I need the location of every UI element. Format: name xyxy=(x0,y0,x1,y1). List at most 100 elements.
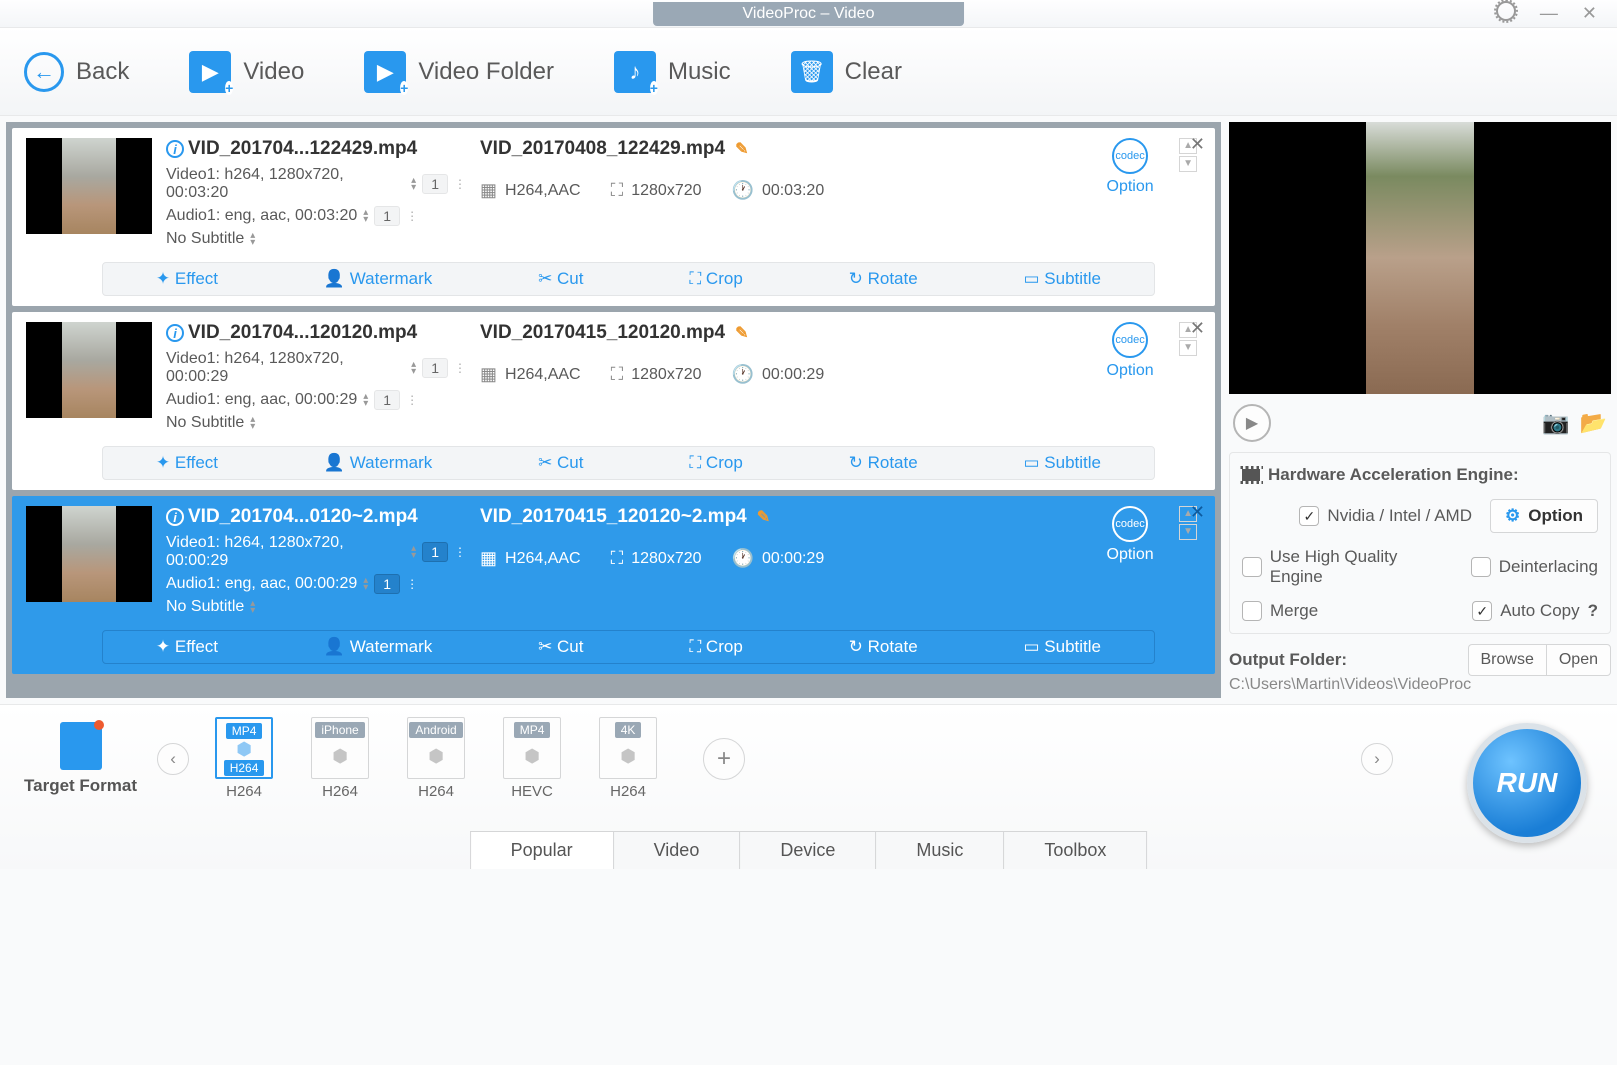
move-down-button[interactable]: ▼ xyxy=(1179,156,1197,172)
watermark-button[interactable]: 👤 Watermark xyxy=(324,269,432,289)
resolution-info: ⛶1280x720 xyxy=(611,548,702,569)
effect-button[interactable]: ✦ Effect xyxy=(156,637,218,657)
add-music-button[interactable]: ♪+Music xyxy=(614,51,731,93)
format-tab[interactable]: Video xyxy=(613,831,740,869)
hq-checkbox[interactable]: Use High Quality Engine xyxy=(1242,547,1453,587)
subtitle-button[interactable]: ▭ Subtitle xyxy=(1024,269,1102,289)
document-icon xyxy=(60,722,102,770)
open-button[interactable]: Open xyxy=(1546,644,1611,676)
format-next-button[interactable]: › xyxy=(1361,743,1393,775)
format-tab[interactable]: Device xyxy=(739,831,875,869)
crop-button[interactable]: ⛶ Crop xyxy=(689,269,742,289)
hw-option-button[interactable]: ⚙Option xyxy=(1490,499,1598,533)
format-option[interactable]: MP4 ⬢ H264 H264 xyxy=(209,717,279,800)
format-tab[interactable]: Music xyxy=(875,831,1003,869)
watermark-button[interactable]: 👤 Watermark xyxy=(324,453,432,473)
crop-button[interactable]: ⛶ Crop xyxy=(689,637,742,657)
move-down-button[interactable]: ▼ xyxy=(1179,340,1197,356)
rename-icon[interactable]: ✎ xyxy=(757,507,770,527)
duration-info: 🕐00:00:29 xyxy=(732,548,825,569)
codec-info: ▦H264,AAC xyxy=(480,364,581,385)
subtitle-info: No Subtitle▴▾ xyxy=(166,598,466,616)
video-preview xyxy=(1229,122,1611,394)
add-folder-button[interactable]: ▶+Video Folder xyxy=(364,51,554,93)
subtitle-info: No Subtitle▴▾ xyxy=(166,230,466,248)
output-file-name: VID_20170415_120120.mp4✎ xyxy=(480,322,1081,344)
format-tab[interactable]: Toolbox xyxy=(1003,831,1147,869)
video-card[interactable]: ✕ iVID_201704...0120~2.mp4 Video1: h264,… xyxy=(12,496,1215,674)
open-folder-icon[interactable]: 📂 xyxy=(1580,410,1607,436)
video-stream-info: Video1: h264, 1280x720, 00:03:20▴▾1⋮ xyxy=(166,166,466,202)
effect-button[interactable]: ✦ Effect xyxy=(156,453,218,473)
video-card[interactable]: ✕ iVID_201704...122429.mp4 Video1: h264,… xyxy=(12,128,1215,306)
format-option[interactable]: iPhone ⬢ H264 xyxy=(305,717,375,800)
cut-button[interactable]: ✂ Cut xyxy=(538,269,583,289)
file-name: iVID_201704...122429.mp4 xyxy=(166,138,466,160)
format-option[interactable]: 4K ⬢ H264 xyxy=(593,717,663,800)
play-button[interactable]: ▶ xyxy=(1233,404,1271,442)
file-name: iVID_201704...0120~2.mp4 xyxy=(166,506,466,528)
codec-option-button[interactable]: codecOption xyxy=(1095,322,1165,380)
audio-stream-info: Audio1: eng, aac, 00:00:29▴▾1⋮ xyxy=(166,574,466,594)
video-stream-info: Video1: h264, 1280x720, 00:00:29▴▾1⋮ xyxy=(166,534,466,570)
rename-icon[interactable]: ✎ xyxy=(735,323,748,343)
video-list: ✕ iVID_201704...122429.mp4 Video1: h264,… xyxy=(6,122,1221,698)
subtitle-button[interactable]: ▭ Subtitle xyxy=(1024,453,1102,473)
video-thumbnail xyxy=(26,506,152,602)
codec-option-button[interactable]: codecOption xyxy=(1095,138,1165,196)
remove-video-button[interactable]: ✕ xyxy=(1190,502,1205,523)
run-button[interactable]: RUN xyxy=(1467,723,1587,843)
format-option[interactable]: Android ⬢ H264 xyxy=(401,717,471,800)
file-name: iVID_201704...120120.mp4 xyxy=(166,322,466,344)
remove-video-button[interactable]: ✕ xyxy=(1190,134,1205,155)
back-button[interactable]: ←Back xyxy=(24,52,129,92)
autocopy-checkbox[interactable]: ✓Auto Copy ? xyxy=(1472,601,1598,621)
output-path: C:\Users\Martin\Videos\VideoProc xyxy=(1229,676,1611,694)
add-video-button[interactable]: ▶+Video xyxy=(189,51,304,93)
output-folder-label: Output Folder: xyxy=(1229,650,1347,670)
cut-button[interactable]: ✂ Cut xyxy=(538,453,583,473)
close-button[interactable]: ✕ xyxy=(1582,3,1597,24)
merge-checkbox[interactable]: Merge xyxy=(1242,601,1318,621)
rotate-button[interactable]: ↻ Rotate xyxy=(849,453,918,473)
move-down-button[interactable]: ▼ xyxy=(1179,524,1197,540)
minimize-button[interactable]: — xyxy=(1540,3,1558,24)
duration-info: 🕐00:00:29 xyxy=(732,364,825,385)
audio-stream-info: Audio1: eng, aac, 00:00:29▴▾1⋮ xyxy=(166,390,466,410)
video-stream-info: Video1: h264, 1280x720, 00:00:29▴▾1⋮ xyxy=(166,350,466,386)
snapshot-icon[interactable]: 📷 xyxy=(1542,410,1569,436)
deinterlace-checkbox[interactable]: Deinterlacing xyxy=(1471,557,1598,577)
subtitle-button[interactable]: ▭ Subtitle xyxy=(1024,637,1102,657)
browse-button[interactable]: Browse xyxy=(1468,644,1546,676)
codec-option-button[interactable]: codecOption xyxy=(1095,506,1165,564)
chip-icon xyxy=(1242,469,1260,481)
resolution-info: ⛶1280x720 xyxy=(611,180,702,201)
watermark-button[interactable]: 👤 Watermark xyxy=(324,637,432,657)
codec-info: ▦H264,AAC xyxy=(480,180,581,201)
subtitle-info: No Subtitle▴▾ xyxy=(166,414,466,432)
format-option[interactable]: MP4 ⬢ HEVC xyxy=(497,717,567,800)
video-card[interactable]: ✕ iVID_201704...120120.mp4 Video1: h264,… xyxy=(12,312,1215,490)
rename-icon[interactable]: ✎ xyxy=(735,139,748,159)
resolution-info: ⛶1280x720 xyxy=(611,364,702,385)
crop-button[interactable]: ⛶ Crop xyxy=(689,453,742,473)
cut-button[interactable]: ✂ Cut xyxy=(538,637,583,657)
format-tab[interactable]: Popular xyxy=(470,831,613,869)
remove-video-button[interactable]: ✕ xyxy=(1190,318,1205,339)
rotate-button[interactable]: ↻ Rotate xyxy=(849,269,918,289)
output-file-name: VID_20170408_122429.mp4✎ xyxy=(480,138,1081,160)
rotate-button[interactable]: ↻ Rotate xyxy=(849,637,918,657)
effect-button[interactable]: ✦ Effect xyxy=(156,269,218,289)
window-title: VideoProc – Video xyxy=(653,2,965,26)
output-file-name: VID_20170415_120120~2.mp4✎ xyxy=(480,506,1081,528)
format-add-button[interactable]: + xyxy=(703,738,745,780)
nvidia-checkbox[interactable]: ✓Nvidia / Intel / AMD xyxy=(1299,506,1472,526)
video-thumbnail xyxy=(26,138,152,234)
video-thumbnail xyxy=(26,322,152,418)
clear-button[interactable]: 🗑Clear xyxy=(791,51,902,93)
settings-icon[interactable] xyxy=(1496,1,1516,26)
hardware-panel: Hardware Acceleration Engine: ✓Nvidia / … xyxy=(1229,452,1611,634)
codec-info: ▦H264,AAC xyxy=(480,548,581,569)
duration-info: 🕐00:03:20 xyxy=(732,180,825,201)
format-prev-button[interactable]: ‹ xyxy=(157,743,189,775)
